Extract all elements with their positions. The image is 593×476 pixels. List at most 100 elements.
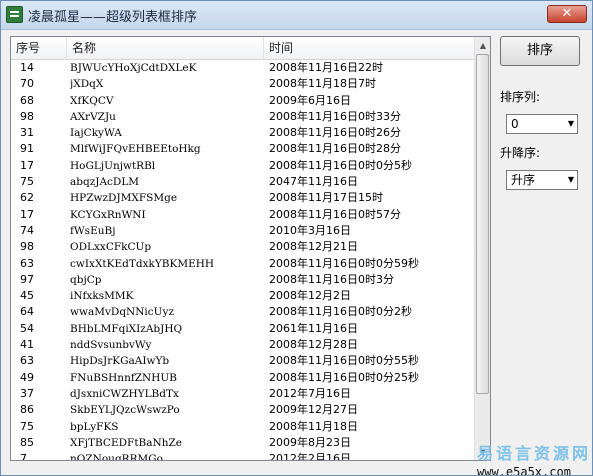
close-button[interactable]: ✕ xyxy=(547,5,587,23)
window-title: 凌晨孤星——超级列表框排序 xyxy=(28,10,198,25)
scroll-thumb[interactable] xyxy=(476,54,489,394)
row-name-cell: wwaMvDqNNicUyz xyxy=(70,306,174,319)
row-name-cell: FNuBSHnnfZNHUB xyxy=(70,371,177,384)
row-time-cell: 2008年11月16日0时0分2秒 xyxy=(269,305,412,319)
table-row[interactable]: 74 fWsEuBj 2010年3月16日 xyxy=(11,223,474,239)
row-index-cell: 75 xyxy=(20,419,34,433)
row-time-cell: 2008年11月16日0时28分 xyxy=(269,142,401,156)
table-row[interactable]: 62 HPZwzDJMXFSMge 2008年11月17日15时 xyxy=(11,190,474,206)
table-row[interactable]: 14 BJWUcYHoXjCdtDXLeK 2008年11月16日22时 xyxy=(11,60,474,76)
row-time-cell: 2009年8月23日 xyxy=(269,435,351,449)
row-index-cell: 68 xyxy=(20,93,34,107)
table-row[interactable]: 70 jXDqX 2008年11月18日7时 xyxy=(11,76,474,92)
row-index-cell: 63 xyxy=(20,256,34,270)
row-index-cell: 64 xyxy=(20,305,34,319)
row-index-cell: 91 xyxy=(20,142,34,156)
table-row[interactable]: 37 dJsxniCWZHYLBdTx 2012年7月16日 xyxy=(11,386,474,402)
row-time-cell: 2012年2月16日 xyxy=(269,452,351,461)
table-row[interactable]: 45 iNfxksMMK 2008年12月2日 xyxy=(11,288,474,304)
table-row[interactable]: 31 IajCkyWA 2008年11月16日0时26分 xyxy=(11,125,474,141)
row-index-cell: 37 xyxy=(20,386,34,400)
table-row[interactable]: 75 abqzJAcDLM 2047年11月16日 xyxy=(11,174,474,190)
row-name-cell: BJWUcYHoXjCdtDXLeK xyxy=(70,62,197,74)
row-index-cell: 54 xyxy=(20,321,34,335)
table-row[interactable]: 63 cwIxXtKEdTdxkYBKMEHH 2008年11月16日0时0分59秒 xyxy=(11,256,474,272)
row-name-cell: nddSvsunbvWy xyxy=(70,339,152,352)
table-row[interactable]: 17 HoGLjUnjwtRBl 2008年11月16日0时0分5秒 xyxy=(11,158,474,174)
row-index-cell: 70 xyxy=(20,77,34,91)
row-name-cell: AXrVZJu xyxy=(70,110,116,123)
row-index-cell: 49 xyxy=(20,370,34,384)
table-row[interactable]: 49 FNuBSHnnfZNHUB 2008年11月16日0时0分25秒 xyxy=(11,370,474,386)
super-list-box[interactable]: 序号 名称 时间 14 BJWUcYHoXjCdtDXLeK 2008年11月16日… xyxy=(10,36,491,461)
table-row[interactable]: 98 AXrVZJu 2008年11月16日0时33分 xyxy=(11,109,474,125)
row-time-cell: 2008年11月16日0时0分25秒 xyxy=(269,370,419,384)
row-time-cell: 2008年12月2日 xyxy=(269,289,351,303)
table-row[interactable]: 17 KCYGxRnWNI 2008年11月16日0时57分 xyxy=(11,207,474,223)
sort-button[interactable]: 排序 xyxy=(500,36,580,66)
row-time-cell: 2061年11月16日 xyxy=(269,321,358,335)
row-time-cell: 2008年11月16日0时3分 xyxy=(269,272,394,286)
table-row[interactable]: 7 nOZNougRRMGo 2012年2月16日 xyxy=(11,451,474,461)
site-watermark: 易语言资源网 www.e5a5x.com xyxy=(477,440,592,476)
chevron-down-icon: ▼ xyxy=(567,175,574,184)
list-header: 序号 名称 时间 xyxy=(11,37,474,60)
table-row[interactable]: 68 XfKQCV 2009年6月16日 xyxy=(11,93,474,109)
app-icon xyxy=(6,6,23,23)
row-index-cell: 62 xyxy=(20,191,34,205)
row-name-cell: nOZNougRRMGo xyxy=(70,453,163,461)
row-name-cell: KCYGxRnWNI xyxy=(70,208,146,221)
row-index-cell: 98 xyxy=(20,240,34,254)
row-name-cell: iNfxksMMK xyxy=(70,290,134,303)
order-value: 升序 xyxy=(511,173,536,187)
row-name-cell: cwIxXtKEdTdxkYBKMEHH xyxy=(70,257,215,270)
app-window: 凌晨孤星——超级列表框排序 ✕ 序号 名称 时间 14 BJWUcYHoXjCdt… xyxy=(0,0,593,476)
order-select[interactable]: 升序 ▼ xyxy=(506,170,578,190)
sort-column-value: 0 xyxy=(511,117,519,131)
column-header-time[interactable]: 时间 xyxy=(264,37,474,59)
row-index-cell: 86 xyxy=(20,403,34,417)
row-time-cell: 2009年6月16日 xyxy=(269,93,351,107)
column-header-name[interactable]: 名称 xyxy=(67,37,264,59)
row-name-cell: dJsxniCWZHYLBdTx xyxy=(70,387,179,400)
table-row[interactable]: 98 ODLxxCFkCUp 2008年12月21日 xyxy=(11,239,474,255)
table-row[interactable]: 97 qbjCp 2008年11月16日0时3分 xyxy=(11,272,474,288)
row-index-cell: 97 xyxy=(20,272,34,286)
vertical-scrollbar[interactable]: ▲ ▼ xyxy=(474,37,490,460)
row-name-cell: SkbEYLJQzcWswzPo xyxy=(70,404,180,417)
row-time-cell: 2008年11月16日22时 xyxy=(269,61,383,74)
row-name-cell: HipDsJrKGaAIwYb xyxy=(70,355,170,368)
row-time-cell: 2008年11月16日0时0分59秒 xyxy=(269,256,419,270)
row-name-cell: abqzJAcDLM xyxy=(70,176,140,189)
title-bar[interactable]: 凌晨孤星——超级列表框排序 ✕ xyxy=(1,1,592,30)
table-row[interactable]: 63 HipDsJrKGaAIwYb 2008年11月16日0时0分55秒 xyxy=(11,353,474,369)
table-row[interactable]: 41 nddSvsunbvWy 2008年12月28日 xyxy=(11,337,474,353)
row-name-cell: qbjCp xyxy=(70,273,102,286)
row-time-cell: 2012年7月16日 xyxy=(269,386,351,400)
row-name-cell: XFjTBCEDFtBaNhZe xyxy=(70,436,182,449)
row-time-cell: 2008年11月17日15时 xyxy=(269,191,383,205)
table-row[interactable]: 86 SkbEYLJQzcWswzPo 2009年12月27日 xyxy=(11,402,474,418)
row-name-cell: XfKQCV xyxy=(70,94,114,107)
watermark-url: www.e5a5x.com xyxy=(477,465,571,476)
row-time-cell: 2008年11月16日0时57分 xyxy=(269,207,401,221)
table-row[interactable]: 75 bpLyFKS 2008年11月18日 xyxy=(11,419,474,435)
column-header-index[interactable]: 序号 xyxy=(11,37,67,59)
row-index-cell: 17 xyxy=(20,207,34,221)
watermark-title: 易语言资源网 xyxy=(477,444,592,463)
row-name-cell: HPZwzDJMXFSMge xyxy=(70,192,178,205)
chevron-down-icon: ▼ xyxy=(567,119,574,128)
sort-column-label: 排序列: xyxy=(500,90,541,104)
row-time-cell: 2008年11月18日 xyxy=(269,419,358,433)
row-index-cell: 98 xyxy=(20,109,34,123)
table-row[interactable]: 91 MlfWiJFQvEHBEEtoHkg 2008年11月16日0时28分 xyxy=(11,141,474,157)
table-row[interactable]: 54 BHbLMFqiXIzAbJHQ 2061年11月16日 xyxy=(11,321,474,337)
row-name-cell: jXDqX xyxy=(70,78,104,91)
scroll-up-arrow-icon[interactable]: ▲ xyxy=(475,37,490,54)
table-row[interactable]: 85 XFjTBCEDFtBaNhZe 2009年8月23日 xyxy=(11,435,474,451)
table-row[interactable]: 64 wwaMvDqNNicUyz 2008年11月16日0时0分2秒 xyxy=(11,304,474,320)
row-index-cell: 63 xyxy=(20,354,34,368)
sort-column-select[interactable]: 0 ▼ xyxy=(506,114,578,134)
row-index-cell: 75 xyxy=(20,175,34,189)
row-index-cell: 74 xyxy=(20,223,34,237)
